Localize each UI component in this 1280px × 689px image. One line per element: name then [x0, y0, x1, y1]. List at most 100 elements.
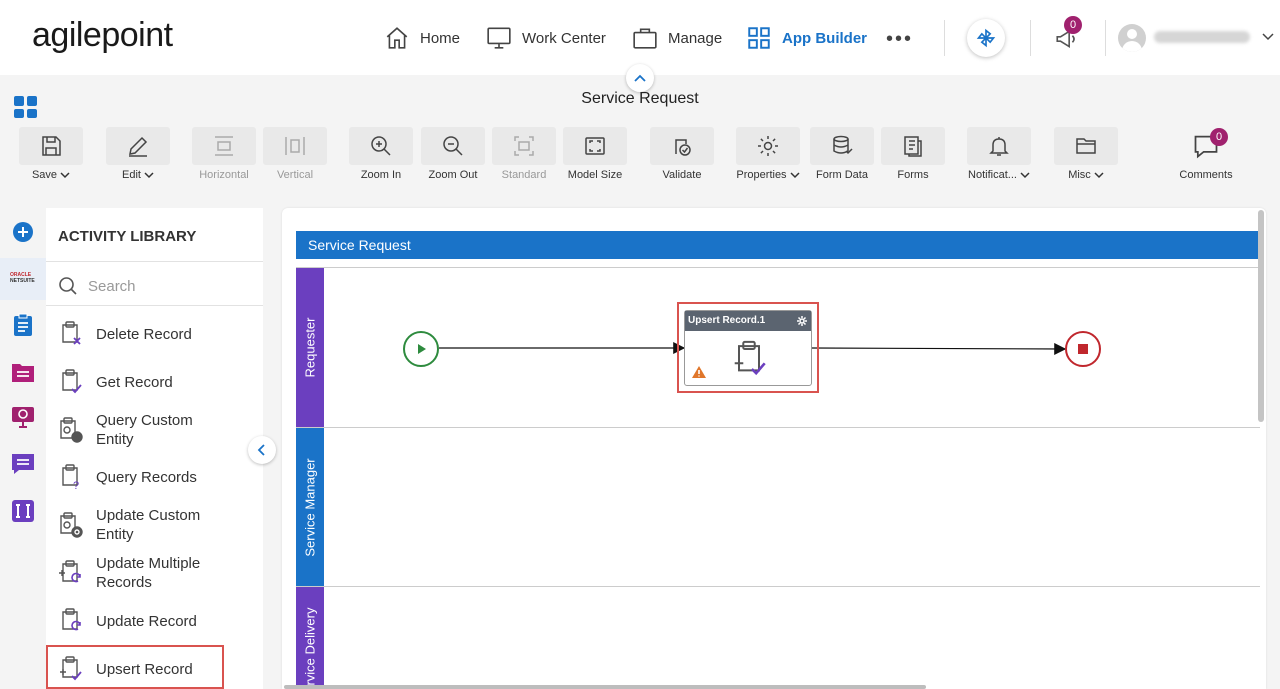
announcements-button[interactable]: 0: [1054, 16, 1082, 52]
model-size-label: Model Size: [567, 169, 623, 181]
library-item-query-records[interactable]: ? Query Records: [56, 463, 197, 491]
form-data-label: Form Data: [816, 169, 868, 181]
library-item-delete-record[interactable]: Delete Record: [56, 320, 192, 348]
grid-icon: [748, 27, 770, 49]
library-item-query-custom-entity[interactable]: ? Query Custom Entity: [56, 411, 216, 449]
more-menu-button[interactable]: •••: [886, 28, 913, 51]
horizontal-label: Horizontal: [199, 169, 249, 181]
validate-label: Validate: [662, 169, 702, 181]
validate-button[interactable]: Validate: [649, 127, 715, 185]
library-item-label: Update Record: [96, 612, 197, 630]
model-size-button[interactable]: Model Size: [562, 127, 628, 185]
chat-icon[interactable]: [11, 452, 35, 476]
process-canvas[interactable]: Service Request Requester Service Manage…: [282, 208, 1266, 689]
collapse-header-button[interactable]: [626, 64, 654, 92]
forms-button[interactable]: Forms: [880, 127, 946, 185]
left-icon-rail: ORACLE NETSUITE: [0, 208, 46, 689]
forms-label: Forms: [897, 169, 929, 181]
nav-manage[interactable]: Manage: [632, 24, 722, 52]
upsert-record-task[interactable]: Upsert Record.1: [684, 310, 812, 386]
zoom-out-button[interactable]: Zoom Out: [420, 127, 486, 185]
clipboard-icon[interactable]: [11, 313, 35, 337]
edit-label: Edit: [122, 169, 141, 181]
database-icon: [833, 135, 853, 155]
zoom-in-label: Zoom In: [360, 169, 402, 181]
nav-manage-label: Manage: [668, 29, 723, 47]
save-icon: [42, 136, 61, 156]
gear-icon[interactable]: [796, 315, 808, 327]
notifications-button[interactable]: Notificat...: [966, 127, 1032, 185]
standard-button[interactable]: Standard: [491, 127, 557, 185]
end-event[interactable]: [1065, 331, 1101, 367]
get-record-icon: [62, 369, 82, 394]
collapse-library-button[interactable]: [248, 436, 276, 464]
nav-work-center-label: Work Center: [522, 29, 606, 47]
folder-list-icon[interactable]: [11, 360, 35, 384]
chevron-down-icon: [1094, 171, 1104, 178]
page-title: Service Request: [581, 90, 699, 107]
agilepoint-logo[interactable]: agilepoint: [32, 16, 173, 55]
svg-text:?: ?: [75, 433, 80, 442]
horizontal-button[interactable]: Horizontal: [191, 127, 257, 185]
divider: [1030, 20, 1031, 56]
add-icon[interactable]: [11, 220, 35, 244]
warning-icon[interactable]: [691, 365, 707, 379]
nav-app-builder[interactable]: App Builder: [746, 24, 867, 52]
misc-label: Misc: [1068, 169, 1091, 181]
activity-library-title: ACTIVITY LIBRARY: [58, 228, 197, 245]
library-item-get-record[interactable]: Get Record: [56, 368, 173, 396]
save-button[interactable]: Save: [18, 127, 84, 185]
gear-icon: [758, 136, 778, 156]
validate-icon: [675, 139, 691, 156]
briefcase-icon: [633, 28, 657, 49]
oracle-netsuite-icon[interactable]: ORACLE NETSUITE: [0, 258, 46, 300]
more-dots: •••: [886, 28, 914, 50]
stop-icon: [1078, 344, 1088, 354]
search-placeholder: Search: [88, 277, 136, 295]
ai-assistant-button[interactable]: [967, 19, 1005, 57]
search-icon: [59, 277, 77, 295]
library-item-update-multiple-records[interactable]: Update Multiple Records: [56, 554, 216, 592]
forms-icon: [904, 136, 922, 157]
logo-text: agilepoint: [32, 16, 173, 54]
fit-screen-icon: [585, 137, 605, 155]
zoom-in-icon: [371, 136, 391, 156]
library-item-label: Get Record: [96, 373, 173, 391]
delete-record-icon: [62, 321, 81, 345]
task-header: Upsert Record.1: [685, 311, 811, 331]
nav-work-center[interactable]: Work Center: [486, 24, 606, 52]
presentation-icon[interactable]: [11, 405, 35, 429]
upsert-record-icon: [734, 340, 766, 376]
nav-home[interactable]: Home: [384, 24, 460, 52]
activity-library-panel: ACTIVITY LIBRARY Search Delete Record Ge…: [46, 208, 263, 689]
comments-button[interactable]: Comments 0: [1173, 127, 1239, 185]
library-search-input[interactable]: Search: [58, 276, 136, 296]
vertical-button[interactable]: Vertical: [262, 127, 328, 185]
chevron-down-icon[interactable]: [1262, 32, 1274, 42]
divider: [1105, 20, 1106, 56]
standard-label: Standard: [501, 169, 547, 181]
chevron-down-icon: [144, 171, 154, 178]
zoom-out-icon: [443, 136, 463, 156]
edit-button[interactable]: Edit: [105, 127, 171, 185]
library-item-update-record[interactable]: Update Record: [56, 607, 197, 635]
start-event[interactable]: [403, 331, 439, 367]
misc-button[interactable]: Misc: [1053, 127, 1119, 185]
form-data-button[interactable]: Form Data: [809, 127, 875, 185]
avatar[interactable]: [1118, 24, 1146, 52]
divider: [944, 20, 945, 56]
library-item-label: Query Records: [96, 468, 197, 486]
properties-button[interactable]: Properties: [735, 127, 801, 185]
integration-icon[interactable]: [11, 499, 35, 523]
zoom-in-button[interactable]: Zoom In: [348, 127, 414, 185]
horizontal-scrollbar[interactable]: [284, 685, 926, 689]
nav-app-builder-label: App Builder: [782, 29, 867, 47]
save-label: Save: [31, 169, 58, 181]
library-item-update-custom-entity[interactable]: Update Custom Entity: [56, 506, 216, 544]
update-multiple-records-icon: [59, 560, 81, 583]
notification-badge: 0: [1064, 16, 1082, 34]
update-custom-entity-icon: [60, 512, 83, 538]
notification-count: 0: [1069, 19, 1077, 31]
user-name-redacted[interactable]: [1154, 31, 1250, 43]
vertical-scrollbar[interactable]: [1258, 210, 1264, 422]
